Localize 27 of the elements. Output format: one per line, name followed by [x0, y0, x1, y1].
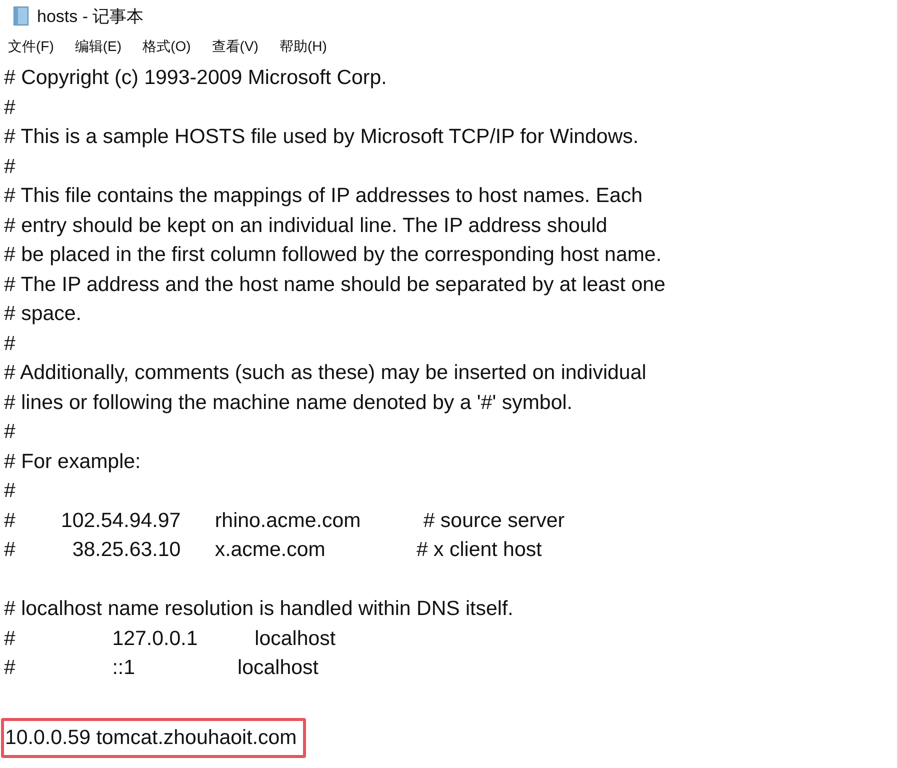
- text-line: # Additionally, comments (such as these) may be inserted on individual: [4, 360, 648, 386]
- text-line: #: [4, 154, 16, 180]
- text-line: # 38.25.63.10 x.acme.com # x client host: [4, 537, 543, 563]
- text-line: # 102.54.94.97 rhino.acme.com # source server: [4, 508, 566, 534]
- text-line: # 127.0.0.1 localhost: [4, 626, 337, 652]
- text-line: # localhost name resolution is handled within DNS itself.: [4, 596, 514, 622]
- menu-item[interactable]: 编辑(E): [74, 38, 122, 56]
- text-line: # For example:: [4, 448, 142, 474]
- text-line: # be placed in the first column followed by the corresponding host name.: [4, 242, 663, 268]
- menu-item[interactable]: 文件(F): [8, 38, 54, 56]
- text-line: #: [4, 419, 16, 445]
- text-line: # The IP address and the host name should be separated by at least one: [4, 272, 666, 298]
- notepad-icon: [13, 6, 29, 26]
- menu-item[interactable]: 查看(V): [212, 38, 258, 56]
- text-line: #: [4, 478, 16, 504]
- text-line: # This file contains the mappings of IP addresses to host names. Each: [4, 183, 644, 209]
- menu-item[interactable]: 帮助(H): [279, 38, 327, 56]
- text-line: # Copyright (c) 1993-2009 Microsoft Corp.: [4, 65, 388, 91]
- text-line: # space.: [4, 301, 82, 327]
- text-line: #: [4, 94, 16, 120]
- text-line: # ::1 localhost: [4, 655, 320, 681]
- menu-item[interactable]: 格式(O): [142, 38, 191, 56]
- window-title: hosts - 记事本: [37, 6, 144, 28]
- text-line: # lines or following the machine name denoted by a '#' symbol.: [4, 390, 574, 416]
- text-line: # This is a sample HOSTS file used by Microsoft TCP/IP for Windows.: [4, 124, 640, 150]
- text-line: #: [4, 330, 16, 356]
- text-line: # entry should be kept on an individual line. The IP address should: [4, 212, 608, 238]
